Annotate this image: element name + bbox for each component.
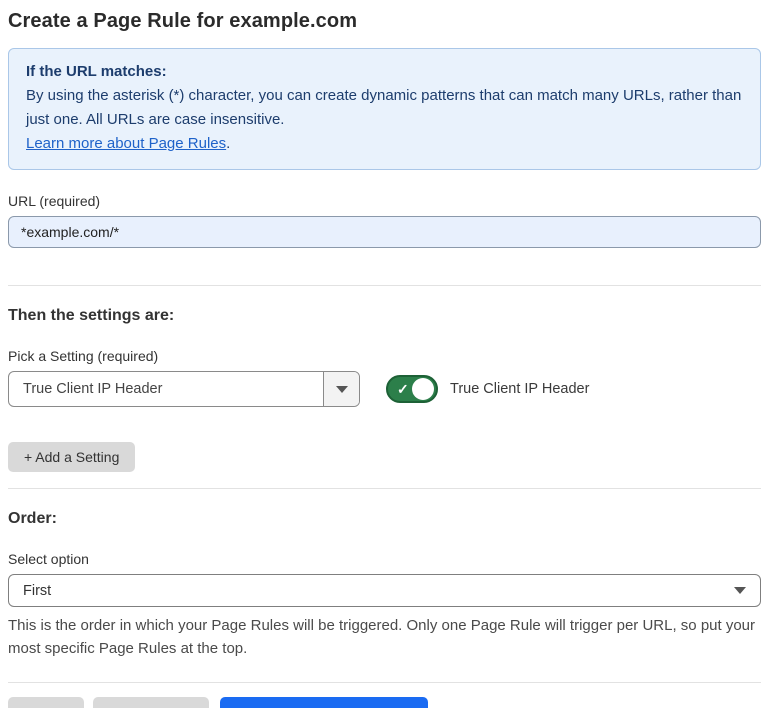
footer-buttons: Cancel Save as Draft Save and Deploy Pag… xyxy=(8,697,761,708)
setting-select-arrow-button[interactable] xyxy=(323,372,359,406)
setting-select-value: True Client IP Header xyxy=(9,372,323,406)
info-box-link-line: Learn more about Page Rules. xyxy=(26,132,743,156)
order-help-text: This is the order in which your Page Rul… xyxy=(8,614,761,660)
info-box-body: By using the asterisk (*) character, you… xyxy=(26,84,743,132)
pick-setting-label: Pick a Setting (required) xyxy=(8,348,761,364)
setting-select[interactable]: True Client IP Header xyxy=(8,371,360,407)
add-setting-button[interactable]: + Add a Setting xyxy=(8,442,135,472)
section-divider xyxy=(8,488,761,489)
learn-more-link[interactable]: Learn more about Page Rules xyxy=(26,135,226,152)
order-select-label: Select option xyxy=(8,551,761,567)
chevron-down-icon xyxy=(336,386,348,393)
page-title: Create a Page Rule for example.com xyxy=(8,10,761,33)
url-match-info-box: If the URL matches: By using the asteris… xyxy=(8,48,761,170)
footer-divider xyxy=(8,682,761,683)
order-select-value: First xyxy=(23,583,51,599)
settings-section-heading: Then the settings are: xyxy=(8,307,761,325)
order-select[interactable]: First xyxy=(8,574,761,607)
chevron-down-icon xyxy=(734,587,746,594)
save-as-draft-button[interactable]: Save as Draft xyxy=(93,697,210,708)
setting-row: True Client IP Header ✓ True Client IP H… xyxy=(8,371,761,407)
true-client-ip-toggle[interactable]: ✓ xyxy=(386,375,438,403)
section-divider xyxy=(8,285,761,286)
toggle-label: True Client IP Header xyxy=(450,381,589,397)
check-icon: ✓ xyxy=(397,380,409,398)
info-box-heading: If the URL matches: xyxy=(26,60,743,84)
url-field-label: URL (required) xyxy=(8,193,761,209)
cancel-button[interactable]: Cancel xyxy=(8,697,84,708)
order-section-heading: Order: xyxy=(8,510,761,528)
toggle-knob xyxy=(412,378,434,400)
link-suffix: . xyxy=(226,135,230,152)
create-page-rule-form: Create a Page Rule for example.com If th… xyxy=(0,0,769,708)
url-input[interactable] xyxy=(8,216,761,248)
save-and-deploy-button[interactable]: Save and Deploy Page Rule xyxy=(220,697,428,708)
